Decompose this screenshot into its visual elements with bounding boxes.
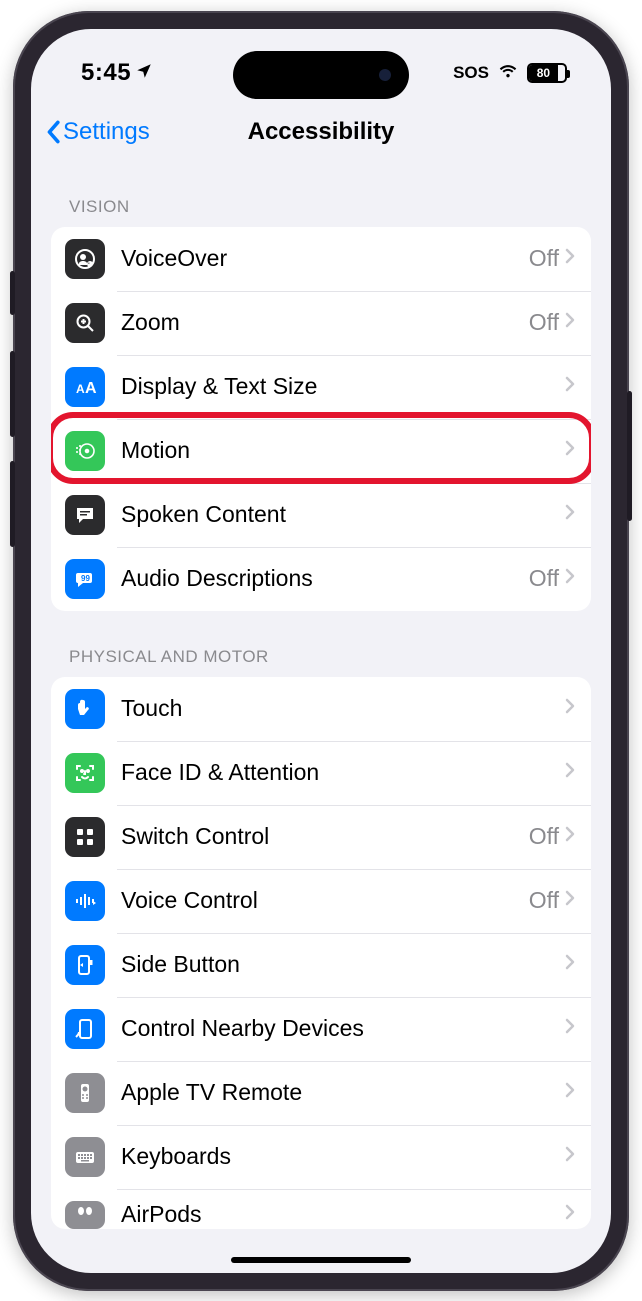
face-id-icon xyxy=(65,753,105,793)
zoom-icon xyxy=(65,303,105,343)
audio-descriptions-icon: 99 xyxy=(65,559,105,599)
mute-switch xyxy=(10,271,15,315)
row-zoom[interactable]: Zoom Off xyxy=(51,291,591,355)
row-airpods[interactable]: AirPods xyxy=(51,1189,591,1229)
row-label: Side Button xyxy=(121,951,565,978)
list-physical: Touch Face ID & Attention Switch Control xyxy=(51,677,591,1229)
content-scroll[interactable]: VISION VoiceOver Off Zoom Off xyxy=(31,161,611,1273)
chevron-right-icon xyxy=(565,1018,575,1039)
row-face-id[interactable]: Face ID & Attention xyxy=(51,741,591,805)
row-label: Switch Control xyxy=(121,823,529,850)
row-label: Spoken Content xyxy=(121,501,565,528)
row-label: Touch xyxy=(121,695,565,722)
chevron-right-icon xyxy=(565,826,575,847)
voiceover-icon xyxy=(65,239,105,279)
screen: 5:45 SOS 80 Settings Accessibili xyxy=(31,29,611,1273)
row-voice-control[interactable]: Voice Control Off xyxy=(51,869,591,933)
section-header-vision: VISION xyxy=(51,161,591,227)
row-label: Display & Text Size xyxy=(121,373,565,400)
chevron-right-icon xyxy=(565,1204,575,1225)
location-icon xyxy=(135,59,153,87)
side-button-icon xyxy=(65,945,105,985)
row-label: Audio Descriptions xyxy=(121,565,529,592)
volume-down xyxy=(10,461,15,547)
chevron-right-icon xyxy=(565,376,575,397)
chevron-right-icon xyxy=(565,1146,575,1167)
chevron-right-icon xyxy=(565,248,575,269)
row-audio-descriptions[interactable]: 99 Audio Descriptions Off xyxy=(51,547,591,611)
row-label: Motion xyxy=(121,437,565,464)
battery-level: 80 xyxy=(529,65,558,81)
section-header-physical: PHYSICAL AND MOTOR xyxy=(51,611,591,677)
chevron-right-icon xyxy=(565,954,575,975)
switch-control-icon xyxy=(65,817,105,857)
row-value: Off xyxy=(529,565,559,592)
svg-text:A: A xyxy=(76,382,85,396)
row-value: Off xyxy=(529,245,559,272)
touch-icon xyxy=(65,689,105,729)
row-control-nearby[interactable]: Control Nearby Devices xyxy=(51,997,591,1061)
row-label: Voice Control xyxy=(121,887,529,914)
back-button[interactable]: Settings xyxy=(45,118,150,146)
row-side-button[interactable]: Side Button xyxy=(51,933,591,997)
spoken-content-icon xyxy=(65,495,105,535)
row-value: Off xyxy=(529,309,559,336)
row-spoken-content[interactable]: Spoken Content xyxy=(51,483,591,547)
chevron-left-icon xyxy=(45,120,61,144)
row-value: Off xyxy=(529,887,559,914)
list-vision: VoiceOver Off Zoom Off AA Displ xyxy=(51,227,591,611)
chevron-right-icon xyxy=(565,762,575,783)
back-label: Settings xyxy=(63,118,150,146)
chevron-right-icon xyxy=(565,312,575,333)
voice-control-icon xyxy=(65,881,105,921)
chevron-right-icon xyxy=(565,890,575,911)
row-keyboards[interactable]: Keyboards xyxy=(51,1125,591,1189)
wifi-icon xyxy=(497,59,519,87)
row-label: Zoom xyxy=(121,309,529,336)
row-value: Off xyxy=(529,823,559,850)
row-motion[interactable]: Motion xyxy=(51,419,591,483)
airpods-icon xyxy=(65,1201,105,1229)
row-display-text-size[interactable]: AA Display & Text Size xyxy=(51,355,591,419)
row-label: Face ID & Attention xyxy=(121,759,565,786)
row-label: Control Nearby Devices xyxy=(121,1015,565,1042)
chevron-right-icon xyxy=(565,504,575,525)
chevron-right-icon xyxy=(565,698,575,719)
row-apple-tv-remote[interactable]: Apple TV Remote xyxy=(51,1061,591,1125)
nearby-devices-icon xyxy=(65,1009,105,1049)
chevron-right-icon xyxy=(565,568,575,589)
sos-indicator: SOS xyxy=(453,63,489,83)
motion-icon xyxy=(65,431,105,471)
row-label: VoiceOver xyxy=(121,245,529,272)
row-label: Apple TV Remote xyxy=(121,1079,565,1106)
nav-bar: Settings Accessibility xyxy=(31,103,611,161)
status-time: 5:45 xyxy=(81,59,131,87)
dynamic-island xyxy=(233,51,409,99)
apple-tv-remote-icon xyxy=(65,1073,105,1113)
display-text-icon: AA xyxy=(65,367,105,407)
row-voiceover[interactable]: VoiceOver Off xyxy=(51,227,591,291)
volume-up xyxy=(10,351,15,437)
row-label: AirPods xyxy=(121,1201,565,1228)
iphone-frame: 5:45 SOS 80 Settings Accessibili xyxy=(13,11,629,1291)
battery-icon: 80 xyxy=(527,63,567,83)
home-indicator[interactable] xyxy=(231,1257,411,1263)
power-button xyxy=(627,391,632,521)
row-label: Keyboards xyxy=(121,1143,565,1170)
keyboards-icon xyxy=(65,1137,105,1177)
row-touch[interactable]: Touch xyxy=(51,677,591,741)
row-switch-control[interactable]: Switch Control Off xyxy=(51,805,591,869)
svg-text:99: 99 xyxy=(81,574,90,583)
chevron-right-icon xyxy=(565,1082,575,1103)
svg-text:A: A xyxy=(85,380,97,397)
chevron-right-icon xyxy=(565,440,575,461)
